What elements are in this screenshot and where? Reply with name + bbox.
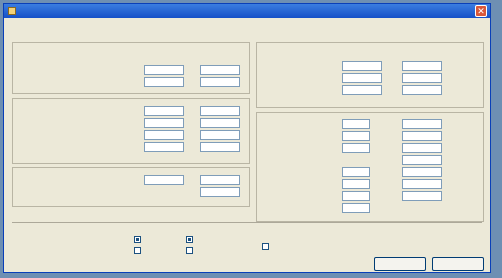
text-input[interactable] — [144, 175, 184, 185]
text-input[interactable] — [342, 131, 370, 141]
text-input[interactable] — [200, 175, 240, 185]
text-input[interactable] — [342, 191, 370, 201]
text-input[interactable] — [402, 167, 442, 177]
text-input[interactable] — [144, 65, 184, 75]
text-input[interactable] — [402, 61, 442, 71]
divider — [12, 222, 482, 223]
text-input[interactable] — [144, 142, 184, 152]
text-input[interactable] — [200, 118, 240, 128]
text-input[interactable] — [342, 203, 370, 213]
text-input[interactable] — [402, 73, 442, 83]
text-input[interactable] — [402, 119, 442, 129]
checkbox[interactable] — [134, 247, 141, 254]
checkbox[interactable] — [186, 247, 193, 254]
text-input[interactable] — [402, 179, 442, 189]
checkbox[interactable] — [134, 236, 141, 243]
text-input[interactable] — [342, 167, 370, 177]
text-input[interactable] — [200, 65, 240, 75]
text-input[interactable] — [144, 130, 184, 140]
text-input[interactable] — [144, 106, 184, 116]
text-input[interactable] — [402, 85, 442, 95]
text-input[interactable] — [200, 142, 240, 152]
back-button[interactable] — [432, 257, 484, 271]
text-input[interactable] — [200, 77, 240, 87]
text-input[interactable] — [342, 143, 370, 153]
ok-button[interactable] — [374, 257, 426, 271]
dialog-window: ✕ — [3, 3, 491, 273]
app-icon — [8, 7, 16, 15]
text-input[interactable] — [342, 61, 382, 71]
text-input[interactable] — [402, 131, 442, 141]
text-input[interactable] — [402, 143, 442, 153]
text-input[interactable] — [342, 85, 382, 95]
text-input[interactable] — [144, 118, 184, 128]
text-input[interactable] — [402, 191, 442, 201]
text-input[interactable] — [402, 155, 442, 165]
checkbox[interactable] — [186, 236, 193, 243]
title-bar: ✕ — [4, 4, 490, 18]
text-input[interactable] — [200, 187, 240, 197]
text-input[interactable] — [144, 77, 184, 87]
text-input[interactable] — [200, 130, 240, 140]
text-input[interactable] — [200, 106, 240, 116]
text-input[interactable] — [342, 119, 370, 129]
close-icon[interactable]: ✕ — [475, 5, 487, 17]
text-input[interactable] — [342, 73, 382, 83]
text-input[interactable] — [342, 179, 370, 189]
checkbox[interactable] — [262, 243, 269, 250]
right-group-2 — [256, 112, 484, 222]
